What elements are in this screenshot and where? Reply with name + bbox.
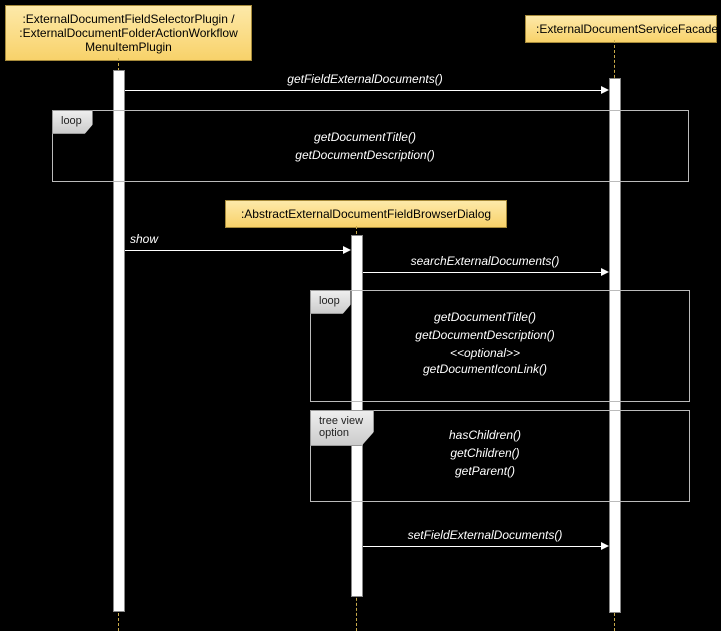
participant-facade: :ExternalDocumentServiceFacade bbox=[525, 15, 717, 43]
msg-getFieldExternalDocuments: getFieldExternalDocuments() bbox=[130, 72, 600, 86]
fragment-label-loop2: loop bbox=[310, 290, 351, 314]
fragment-loop1 bbox=[52, 110, 689, 182]
arrow-m1 bbox=[125, 90, 605, 91]
fragment-label-loop1: loop bbox=[52, 110, 93, 134]
msg-getParent: getParent() bbox=[365, 464, 605, 478]
participant-dialog: :AbstractExternalDocumentFieldBrowserDia… bbox=[225, 200, 507, 228]
msg-getDocumentIconLink: getDocumentIconLink() bbox=[365, 362, 605, 376]
msg-hasChildren: hasChildren() bbox=[365, 428, 605, 442]
msg-getDocumentDescription-1: getDocumentDescription() bbox=[130, 148, 600, 162]
arrow-m11 bbox=[363, 546, 605, 547]
msg-setFieldExternalDocuments: setFieldExternalDocuments() bbox=[365, 528, 605, 542]
msg-show: show bbox=[130, 232, 340, 246]
arrow-show bbox=[125, 250, 347, 251]
arrowhead-m1 bbox=[601, 86, 609, 94]
msg-getChildren: getChildren() bbox=[365, 446, 605, 460]
arrowhead-m11 bbox=[601, 542, 609, 550]
msg-getDocumentTitle-1: getDocumentTitle() bbox=[130, 130, 600, 144]
participant-plugin: :ExternalDocumentFieldSelectorPlugin / :… bbox=[5, 5, 252, 61]
msg-getDocumentDescription-2: getDocumentDescription() bbox=[365, 328, 605, 342]
msg-getDocumentTitle-2: getDocumentTitle() bbox=[365, 310, 605, 324]
arrowhead-m4 bbox=[601, 268, 609, 276]
msg-optional-tag: <<optional>> bbox=[365, 346, 605, 360]
msg-searchExternalDocuments: searchExternalDocuments() bbox=[365, 254, 605, 268]
arrow-m4 bbox=[363, 272, 605, 273]
arrowhead-show bbox=[343, 246, 351, 254]
